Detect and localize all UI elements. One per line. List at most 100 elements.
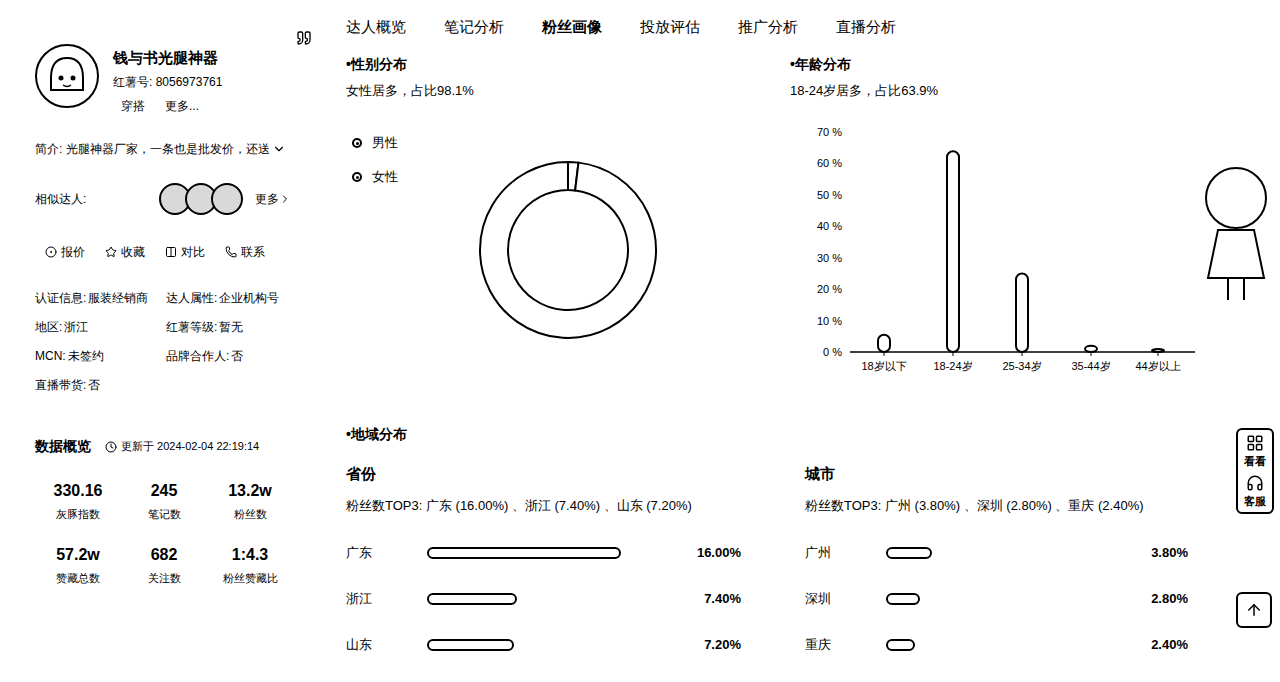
stats-grid: 330.16灰豚指数245笔记数13.2w粉丝数57.2w赞藏总数682关注数1… — [35, 481, 293, 585]
side-icon — [1246, 474, 1264, 492]
region-bar — [427, 593, 517, 605]
avatar[interactable] — [35, 44, 99, 108]
region-name: 浙江 — [346, 589, 427, 609]
stat: 682 关注数 — [121, 545, 207, 585]
region-row[interactable]: 浙江 7.40% — [346, 576, 745, 622]
region-bar — [427, 639, 514, 651]
y-tick: 0 % — [823, 346, 842, 358]
similar-avatars[interactable] — [159, 183, 243, 215]
side-button[interactable]: 客服 — [1244, 474, 1266, 508]
stat: 245 笔记数 — [121, 481, 207, 521]
region-name: 广州 — [805, 543, 886, 563]
x-label: 35-44岁 — [1071, 360, 1110, 372]
age-bar[interactable] — [1085, 346, 1097, 352]
tab[interactable]: 粉丝画像 — [542, 16, 602, 39]
clock-icon — [105, 441, 117, 453]
stat-value: 13.2w — [228, 481, 272, 501]
action-icon — [225, 246, 237, 258]
province-list: 省份粉丝数TOP3: 广东 (16.00%) 、浙江 (7.40%) 、山东 (… — [346, 464, 745, 668]
similar-more[interactable]: 更多 — [255, 190, 291, 208]
avatar-face-icon — [45, 54, 89, 98]
age-bar[interactable] — [947, 151, 959, 352]
region-bar — [427, 547, 621, 559]
legend-item[interactable]: 男性 — [352, 134, 478, 152]
y-tick: 10 % — [817, 315, 842, 327]
region-name: 山东 — [346, 635, 427, 655]
action-button[interactable]: 联系 — [225, 243, 265, 261]
overview-title: 数据概览 — [35, 436, 91, 457]
stat-label: 关注数 — [148, 571, 181, 585]
region-reading: 16.00% — [621, 543, 745, 563]
profile-tag[interactable]: 更多... — [165, 98, 199, 114]
info-item: MCN:未签约 — [35, 347, 166, 365]
age-section: •年龄分布18-24岁居多，占比63.9%70 %60 %50 %40 %30 … — [790, 54, 1220, 424]
city-list: 城市粉丝数TOP3: 广州 (3.80%) 、深圳 (2.80%) 、重庆 (2… — [805, 464, 1192, 668]
region-row[interactable]: 山东 7.20% — [346, 622, 745, 668]
gender-section: •性别分布女性居多，占比98.1%男性女性 — [346, 54, 790, 424]
back-to-top-button[interactable] — [1236, 592, 1272, 628]
similar-avatar[interactable] — [211, 183, 243, 215]
arrow-up-icon — [1245, 601, 1263, 619]
region-reading: 3.80% — [1080, 543, 1192, 563]
stat-value: 245 — [151, 481, 178, 501]
region-reading: 7.40% — [621, 589, 745, 609]
region-reading: 7.20% — [621, 635, 745, 655]
intro[interactable]: 简介: 光腿神器厂家，一条也是批发价，还送 — [35, 141, 320, 157]
y-tick: 60 % — [817, 157, 842, 169]
info-item: 红薯等级:暂无 — [166, 318, 320, 336]
action-button[interactable]: 收藏 — [105, 243, 145, 261]
action-button[interactable]: 报价 — [45, 243, 85, 261]
action-icon — [105, 246, 117, 258]
stat-label: 笔记数 — [148, 507, 181, 521]
stat-value: 57.2w — [56, 545, 100, 565]
action-button[interactable]: 对比 — [165, 243, 205, 261]
tab[interactable]: 笔记分析 — [444, 16, 504, 39]
y-tick: 30 % — [817, 252, 842, 264]
region-name: 深圳 — [805, 589, 886, 609]
legend-item[interactable]: 女性 — [352, 168, 478, 186]
region-name: 重庆 — [805, 635, 886, 655]
stat-label: 赞藏总数 — [56, 571, 100, 585]
side-widget: 看看客服 — [1236, 428, 1274, 514]
region-row[interactable]: 广州 3.80% — [805, 530, 1192, 576]
side-icon — [1246, 434, 1264, 452]
region-top3: 粉丝数TOP3: 广东 (16.00%) 、浙江 (7.40%) 、山东 (7.… — [346, 497, 745, 515]
donut-segment[interactable] — [480, 162, 656, 338]
stat-label: 粉丝数 — [234, 507, 267, 521]
age-bar[interactable] — [1152, 349, 1164, 352]
region-reading: 2.40% — [1080, 635, 1192, 655]
section-summary: 女性居多，占比98.1% — [346, 82, 790, 100]
region-subtitle: 省份 — [346, 464, 745, 484]
info-item: 地区:浙江 — [35, 318, 166, 336]
region-row[interactable]: 深圳2.80% — [805, 576, 1192, 622]
y-tick: 40 % — [817, 220, 842, 232]
region-bar — [886, 639, 915, 651]
x-label: 18岁以下 — [861, 360, 906, 372]
stat-label: 灰豚指数 — [56, 507, 100, 521]
gender-legend: 男性女性 — [346, 134, 478, 340]
stat: 13.2w 粉丝数 — [207, 481, 293, 521]
tab[interactable]: 直播分析 — [836, 16, 896, 39]
profile-name: 钱与书光腿神器 — [113, 48, 222, 68]
region-subtitle: 城市 — [805, 464, 1192, 484]
chevron-right-icon — [279, 193, 291, 205]
tab[interactable]: 投放评估 — [640, 16, 700, 39]
y-tick: 50 % — [817, 189, 842, 201]
region-row[interactable]: 重庆 2.40% — [805, 622, 1192, 668]
age-bar[interactable] — [1016, 273, 1028, 352]
tab[interactable]: 推广分析 — [738, 16, 798, 39]
section-title: •地域分布 — [346, 424, 1220, 444]
tab[interactable]: 达人概览 — [346, 16, 406, 39]
expand-icon[interactable] — [272, 142, 286, 156]
region-row[interactable]: 广东 16.00% — [346, 530, 745, 576]
quote-icon[interactable] — [296, 30, 312, 46]
stat-value: 682 — [151, 545, 178, 565]
age-bar[interactable] — [878, 335, 890, 352]
gender-donut-chart — [478, 160, 658, 340]
mascot-picture — [1188, 160, 1278, 305]
profile-tag[interactable]: 穿搭 — [121, 98, 145, 114]
y-tick: 70 % — [817, 126, 842, 138]
side-button[interactable]: 看看 — [1244, 434, 1266, 468]
action-icon — [45, 246, 57, 258]
region-name: 广东 — [346, 543, 427, 563]
